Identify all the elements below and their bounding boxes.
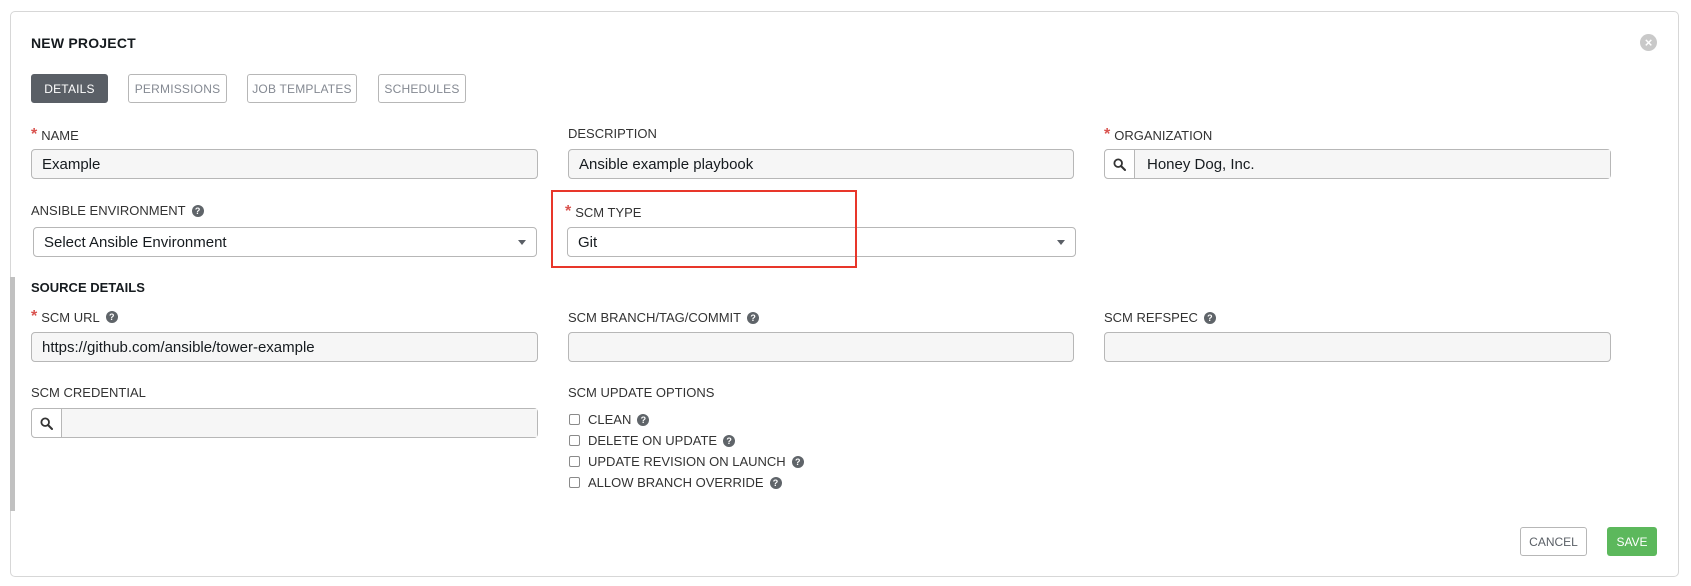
help-icon[interactable]: ? [791,455,804,468]
search-icon [40,416,53,430]
help-icon[interactable]: ? [191,204,204,217]
source-details-title: SOURCE DETAILS [31,280,145,295]
ansible-environment-label: ANSIBLE ENVIRONMENT ? [31,203,204,218]
option-clean: CLEAN ? [569,412,650,427]
help-icon[interactable]: ? [637,413,650,426]
search-icon [1113,157,1126,171]
scm-type-highlight [551,190,857,268]
scm-url-input[interactable]: https://github.com/ansible/tower-example [31,332,538,362]
scm-refspec-label: SCM REFSPEC ? [1104,310,1216,325]
required-marker: * [1104,126,1111,143]
scm-credential-lookup [31,408,538,438]
scm-credential-search-button[interactable] [32,409,62,437]
organization-input[interactable]: Honey Dog, Inc. [1135,150,1610,178]
help-icon[interactable]: ? [747,311,760,324]
name-input[interactable]: Example [31,149,538,179]
tab-permissions[interactable]: PERMISSIONS [128,74,227,103]
allow-branch-override-checkbox[interactable] [569,477,580,488]
scm-credential-input[interactable] [62,409,537,437]
organization-search-button[interactable] [1105,150,1135,178]
delete-on-update-checkbox[interactable] [569,435,580,446]
scm-refspec-input[interactable] [1104,332,1611,362]
close-icon[interactable]: × [1640,34,1657,51]
chevron-down-icon [1057,239,1065,245]
chevron-down-icon [518,239,526,245]
clean-checkbox[interactable] [569,414,580,425]
help-icon[interactable]: ? [105,311,118,323]
tab-details[interactable]: DETAILS [31,74,108,103]
option-delete-on-update: DELETE ON UPDATE ? [569,433,736,448]
tab-schedules[interactable]: SCHEDULES [378,74,466,103]
organization-lookup: Honey Dog, Inc. [1104,149,1611,179]
ansible-environment-select[interactable]: Select Ansible Environment [33,227,537,257]
help-icon[interactable]: ? [769,476,782,489]
cancel-button[interactable]: CANCEL [1520,527,1587,556]
scm-branch-input[interactable] [568,332,1074,362]
scm-credential-label: SCM CREDENTIAL [31,385,146,400]
save-button[interactable]: SAVE [1607,527,1657,556]
update-revision-checkbox[interactable] [569,456,580,467]
dialog-title: NEW PROJECT [31,35,136,51]
scm-branch-label: SCM BRANCH/TAG/COMMIT ? [568,310,760,325]
help-icon[interactable]: ? [1203,311,1216,324]
section-bar [10,277,15,511]
required-marker: * [31,308,38,325]
option-update-revision-on-launch: UPDATE REVISION ON LAUNCH ? [569,454,804,469]
required-marker: * [31,126,38,143]
organization-label: * ORGANIZATION [1104,126,1213,143]
name-label: * NAME [31,126,79,143]
help-icon[interactable]: ? [723,434,736,447]
scm-update-options-label: SCM UPDATE OPTIONS [568,385,715,400]
description-label: DESCRIPTION [568,126,657,141]
tab-job-templates[interactable]: JOB TEMPLATES [247,74,357,103]
description-input[interactable]: Ansible example playbook [568,149,1074,179]
option-allow-branch-override: ALLOW BRANCH OVERRIDE ? [569,475,782,490]
scm-url-label: * SCM URL ? [31,308,118,326]
